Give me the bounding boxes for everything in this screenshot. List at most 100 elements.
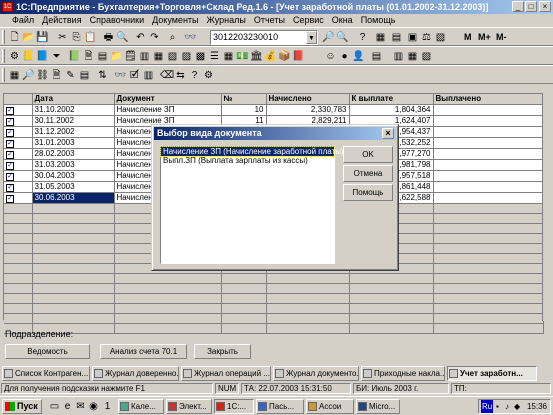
- table-icon[interactable]: ▦: [152, 50, 165, 63]
- face-icon[interactable]: ☺: [324, 50, 337, 63]
- window-tab[interactable]: Журнал операций ...: [181, 366, 271, 381]
- accounts-icon[interactable]: 📘: [36, 50, 49, 63]
- column-header-document[interactable]: Документ: [114, 94, 222, 105]
- minimize-button[interactable]: _: [512, 1, 524, 12]
- cell-paid[interactable]: [433, 159, 544, 171]
- taskbar-task[interactable]: Micro...: [356, 399, 400, 414]
- journal-icon[interactable]: 📒: [22, 50, 35, 63]
- menu-item[interactable]: Окна: [328, 14, 357, 27]
- document-type-list[interactable]: Начисление ЗП (Начисление заработной пла…: [160, 146, 344, 264]
- bank-icon[interactable]: 🏛: [250, 50, 263, 63]
- cell-date[interactable]: 31.05.2003: [32, 181, 115, 193]
- menu-item[interactable]: Действия: [38, 14, 85, 27]
- search-doc-icon[interactable]: 🔎: [22, 69, 35, 82]
- tray-network-icon[interactable]: ▪: [496, 400, 499, 413]
- ledger-icon[interactable]: 📕: [292, 50, 305, 63]
- cell-date[interactable]: 31.01.2003: [32, 137, 115, 149]
- menu-item[interactable]: Помощь: [357, 14, 400, 27]
- doc-move-icon[interactable]: ⇆: [174, 69, 187, 82]
- row-posted-mark[interactable]: ✓: [4, 159, 33, 171]
- tray-volume-icon[interactable]: ♪: [505, 400, 509, 413]
- print-icon[interactable]: 🖶: [102, 31, 115, 44]
- column-header-date[interactable]: Дата: [32, 94, 115, 105]
- cell-date[interactable]: 30.06.2003: [32, 192, 115, 204]
- cell-num[interactable]: 10: [221, 104, 267, 116]
- row-posted-mark[interactable]: ✓: [4, 170, 33, 182]
- taskbar-task[interactable]: Элект...: [166, 399, 212, 414]
- row-posted-mark[interactable]: ✓: [4, 126, 33, 138]
- memory-plus-button[interactable]: M+: [478, 31, 491, 44]
- cell-paid[interactable]: [433, 115, 544, 127]
- help-button[interactable]: Помощь: [343, 184, 393, 201]
- money-icon[interactable]: 💵: [236, 50, 249, 63]
- cell-paid[interactable]: [433, 148, 544, 160]
- calendar-icon[interactable]: ▤: [390, 31, 403, 44]
- cell-accrued[interactable]: 2,330,783: [266, 104, 350, 116]
- close-button[interactable]: ×: [539, 1, 551, 12]
- apple-icon[interactable]: ●: [338, 50, 351, 63]
- window-tab[interactable]: Журнал документо...: [273, 366, 359, 381]
- quicklaunch-1c-icon[interactable]: 1: [101, 400, 114, 413]
- cut-icon[interactable]: ✂: [56, 31, 69, 44]
- cancel-button[interactable]: Отмена: [343, 165, 393, 182]
- cell-date[interactable]: 30.11.2002: [32, 115, 115, 127]
- paste-icon[interactable]: 📋: [84, 31, 97, 44]
- filter-funnel-icon[interactable]: ⏷: [50, 50, 63, 63]
- column-header-mark[interactable]: [4, 94, 33, 105]
- language-indicator[interactable]: Ru: [481, 400, 494, 413]
- copy-icon[interactable]: ⎘: [70, 31, 83, 44]
- cell-date[interactable]: 31.12.2002: [32, 126, 115, 138]
- menu-item[interactable]: Файл: [8, 14, 38, 27]
- chevron-down-icon[interactable]: ▼: [306, 31, 317, 44]
- taskbar-task[interactable]: 1С:...: [214, 399, 254, 414]
- doc-delete-icon[interactable]: ⌫: [160, 69, 174, 82]
- taskbar-task[interactable]: Кале...: [118, 399, 164, 414]
- user-icon[interactable]: 👤: [352, 50, 365, 63]
- account-analysis-button[interactable]: Анализ счета 70.1: [100, 344, 187, 359]
- window-title-bar[interactable]: 1С:Предприятие - Бухгалтерия+Торговля+Ск…: [0, 0, 553, 14]
- column-header-payable[interactable]: К выплате: [349, 94, 434, 105]
- document-list-icon[interactable]: ▤: [96, 50, 109, 63]
- new-document-icon[interactable]: 🗋: [8, 31, 21, 44]
- search-back-icon[interactable]: 🔍: [336, 31, 349, 44]
- quicklaunch-desktop-icon[interactable]: ▭: [48, 400, 61, 413]
- column-header-number[interactable]: №: [221, 94, 267, 105]
- invoice-icon[interactable]: 🗒: [124, 50, 137, 63]
- doc-stats-icon[interactable]: ▥: [142, 69, 155, 82]
- menu-item[interactable]: Документы: [148, 14, 202, 27]
- doc-check-icon[interactable]: 🗹: [128, 69, 141, 82]
- cell-paid[interactable]: [433, 137, 544, 149]
- operation-icon[interactable]: ⚙: [8, 50, 21, 63]
- open-folder-icon[interactable]: 📂: [22, 31, 35, 44]
- menu-item[interactable]: Отчеты: [250, 14, 289, 27]
- memory-minus-button[interactable]: M-: [496, 31, 507, 44]
- statement-button[interactable]: Ведомость: [5, 344, 90, 359]
- column-header-accrued[interactable]: Начислено: [266, 94, 350, 105]
- dialog-title-bar[interactable]: Выбор вида документа ×: [154, 127, 396, 140]
- row-posted-mark[interactable]: ✓: [4, 181, 33, 193]
- search-forward-icon[interactable]: 🔎: [322, 31, 335, 44]
- print-preview-icon[interactable]: 🔍: [116, 31, 129, 44]
- cash-icon[interactable]: 💰: [264, 50, 277, 63]
- row-posted-mark[interactable]: ✓: [4, 148, 33, 160]
- vertical-scrollbar[interactable]: [542, 93, 551, 321]
- help-icon[interactable]: ?: [356, 31, 369, 44]
- card-icon[interactable]: ▨: [180, 50, 193, 63]
- document-icon[interactable]: 🗎: [82, 50, 95, 63]
- invoice-sheet-icon[interactable]: ▥: [392, 50, 405, 63]
- table-row[interactable]: ✓ 31.10.2002 Начисление ЗП 10 2,330,783 1,804…: [4, 104, 544, 116]
- document-type-item[interactable]: Выпл.ЗП (Выплата зарплаты из кассы): [161, 156, 334, 165]
- cell-paid[interactable]: [433, 104, 544, 116]
- cell-payable[interactable]: 1,804,364: [349, 104, 434, 116]
- binoculars-icon[interactable]: 👓: [184, 31, 197, 44]
- cell-date[interactable]: 31.03.2003: [32, 159, 115, 171]
- calculator-icon[interactable]: ▦: [374, 31, 387, 44]
- document-type-item[interactable]: Начисление ЗП (Начисление заработной пла…: [160, 146, 344, 157]
- dialog-close-icon[interactable]: ×: [382, 128, 394, 139]
- report-doc-icon[interactable]: 🗎: [50, 69, 63, 82]
- maximize-button[interactable]: □: [525, 1, 537, 12]
- scales-icon[interactable]: ⚖: [420, 31, 433, 44]
- cell-paid[interactable]: [433, 170, 544, 182]
- sort-icon[interactable]: ⇅: [96, 69, 109, 82]
- search-combo[interactable]: 3012203230010 ▼: [210, 30, 318, 45]
